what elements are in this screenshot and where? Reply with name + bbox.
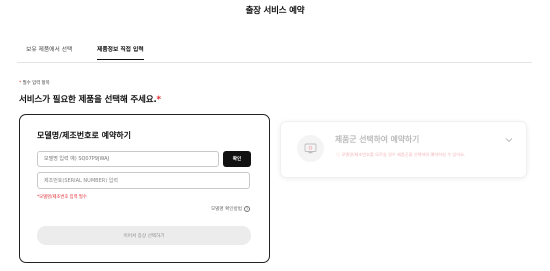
validation-error: *모델명/제조번호 입력 필수 bbox=[37, 195, 87, 200]
tab-bar: 보유 제품에서 선택 제품정보 직접 입력 bbox=[17, 44, 532, 62]
model-serial-card: 모델명/제조번호로 예약하기 확인 *모델명/제조번호 입력 필수 모델명 확인… bbox=[19, 114, 270, 263]
continue-symptom-button[interactable]: 이어서 증상 선택하기 bbox=[37, 226, 251, 245]
chevron-down-icon[interactable] bbox=[505, 137, 513, 143]
tab-owned-products[interactable]: 보유 제품에서 선택 bbox=[26, 44, 72, 62]
tab-divider bbox=[17, 62, 532, 63]
model-card-title: 모델명/제조번호로 예약하기 bbox=[37, 131, 132, 140]
product-category-card[interactable]: 제품군 선택하여 예약하기 ⓘ 모델명/제조번호를 모르실 경우 제품군을 선택… bbox=[280, 121, 527, 178]
question-icon: ? bbox=[244, 206, 250, 212]
serial-number-input[interactable] bbox=[37, 172, 250, 189]
product-category-icon bbox=[297, 135, 324, 162]
category-card-note: ⓘ 모델명/제조번호를 모르실 경우 제품군을 선택하여 예약하실 수 있어요. bbox=[336, 152, 466, 157]
tab-direct-input[interactable]: 제품정보 직접 입력 bbox=[97, 44, 144, 62]
required-star: * bbox=[19, 81, 22, 86]
category-card-title: 제품군 선택하여 예약하기 bbox=[335, 135, 420, 144]
section-heading-text: 서비스가 필요한 제품을 선택해 주세요. bbox=[19, 95, 157, 105]
confirm-button[interactable]: 확인 bbox=[223, 151, 251, 167]
model-help-link[interactable]: 모델명 확인방법 ? bbox=[211, 206, 250, 212]
model-help-label: 모델명 확인방법 bbox=[210, 207, 242, 212]
page-title: 출장 서비스 예약 bbox=[245, 6, 305, 16]
model-name-input[interactable] bbox=[37, 151, 219, 167]
required-fields-note: * 필수 입력 항목 bbox=[19, 80, 50, 86]
section-heading: 서비스가 필요한 제품을 선택해 주세요.* bbox=[19, 93, 161, 105]
required-star: * bbox=[156, 95, 162, 105]
required-note-text: 필수 입력 항목 bbox=[22, 81, 50, 86]
